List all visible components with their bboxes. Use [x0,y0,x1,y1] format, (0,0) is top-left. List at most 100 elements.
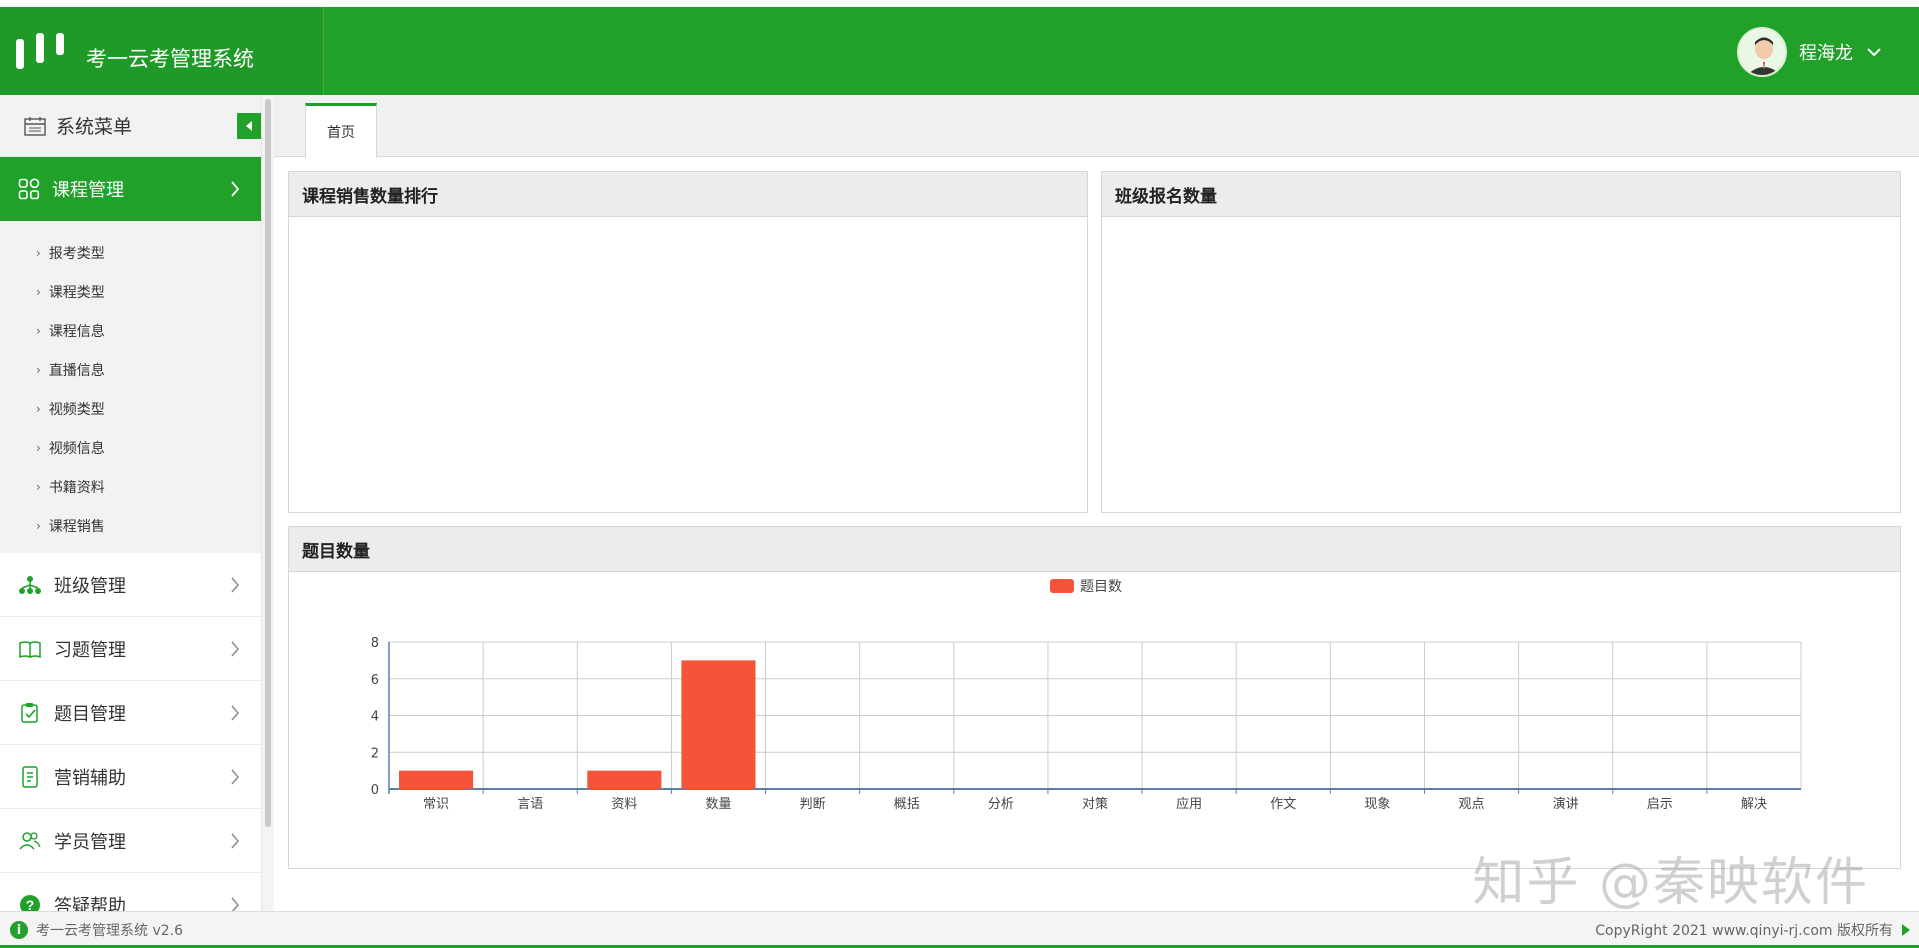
sidebar-item-class-management[interactable]: 班级管理 [0,553,261,617]
sidebar-item-label: 习题管理 [54,639,126,661]
submenu-item-label[interactable]: 课程类型 [49,282,105,302]
submenu-item-label[interactable]: 直播信息 [49,360,105,380]
x-tick-label: 演讲 [1553,796,1579,812]
logo-area: 考一云考管理系统 [0,7,324,95]
caret-right-icon: › [36,440,41,455]
caret-right-icon: › [36,479,41,494]
calendar-icon [24,116,46,136]
y-tick-label: 4 [371,710,379,725]
sidebar-item-label: 课程管理 [52,180,124,201]
x-tick-label: 数量 [705,797,731,812]
info-icon: i [10,921,28,939]
submenu-item-label[interactable]: 视频类型 [49,399,105,419]
sidebar-item-course-management[interactable]: 课程管理 [0,157,261,221]
panel-title: 班级报名数量 [1102,172,1900,217]
sidebar-item-label: 班级管理 [54,575,126,597]
submenu-item[interactable]: › 课程销售 [0,506,261,545]
bar [399,770,474,789]
x-tick-label: 资料 [611,797,637,812]
caret-right-icon: › [36,323,41,338]
panel-class-signup: 班级报名数量 [1101,171,1901,513]
chevron-right-icon [231,705,239,721]
submenu-item[interactable]: › 直播信息 [0,350,261,389]
footer-left: i 考一云考管理系统 v2.6 [10,920,183,940]
submenu-item-label[interactable]: 报考类型 [49,243,105,263]
x-tick-label: 分析 [988,797,1014,812]
sidebar-item-marketing[interactable]: 营销辅助 [0,745,261,809]
x-tick-label: 作文 [1270,797,1296,812]
sidebar-item-student-management[interactable]: 学员管理 [0,809,261,873]
sidebar: 系统菜单 课程管理 › 报考类型 › 课程类型 › 课程信息 › 直播信息 › 视频类型 … [0,95,262,937]
submenu-item-label[interactable]: 视频信息 [49,438,105,458]
x-tick-label: 观点 [1459,797,1485,812]
x-tick-label: 启示 [1647,797,1673,812]
panel-title: 课程销售数量排行 [289,172,1087,217]
submenu-item[interactable]: › 书籍资料 [0,467,261,506]
status-bar: i 考一云考管理系统 v2.6 CopyRight 2021 www.qinyi… [0,911,1919,948]
caret-right-icon: › [36,362,41,377]
submenu-item[interactable]: › 课程信息 [0,311,261,350]
bar [587,770,662,789]
y-tick-label: 8 [371,636,379,651]
user-menu[interactable]: 程海龙 [1737,27,1883,77]
avatar[interactable] [1737,27,1787,77]
user-name[interactable]: 程海龙 [1799,39,1853,65]
tab-bar: 首页 [274,95,1919,158]
chevron-down-icon[interactable] [1865,43,1883,61]
sidebar-scrollbar-thumb[interactable] [265,99,271,827]
x-tick-label: 判断 [800,797,826,812]
submenu-course-management: › 报考类型 › 课程类型 › 课程信息 › 直播信息 › 视频类型 › 视频信息 › 书籍资… [0,221,261,553]
caret-right-icon: › [36,518,41,533]
chevron-right-icon [231,641,239,657]
sidebar-item-exercise-management[interactable]: 习题管理 [0,617,261,681]
sidebar-item-question-management[interactable]: 题目管理 [0,681,261,745]
x-tick-label: 解决 [1741,797,1767,812]
chevron-right-icon [231,181,240,197]
y-tick-label: 2 [371,746,379,761]
top-border [0,0,1919,7]
sidebar-scrollbar[interactable] [262,95,274,911]
question-count-chart: 题目数 0 2 4 6 8 常识 言语 资料 数量 判断 概括 分析 对策 应用 作文 现象 观点 演讲 启示 解决 [371,579,1802,812]
submenu-item[interactable]: › 报考类型 [0,233,261,272]
org-chart-icon [19,575,41,594]
app-title: 考一云考管理系统 [86,47,254,71]
y-tick-label: 6 [371,673,379,688]
x-tick-label: 现象 [1364,797,1390,812]
chevron-right-icon [231,577,239,593]
footer-right: CopyRight 2021 www.qinyi-rj.com 版权所有 [1595,920,1911,940]
clipboard-check-icon [21,702,38,723]
bar [681,660,756,789]
users-icon [19,831,41,850]
logo-icon [16,33,72,69]
phone-doc-icon [22,765,38,788]
play-icon[interactable] [1901,923,1911,937]
x-tick-label: 对策 [1082,796,1108,812]
submenu-item-label[interactable]: 课程销售 [49,516,105,536]
footer-copyright: CopyRight 2021 www.qinyi-rj.com 版权所有 [1595,923,1893,939]
submenu-item[interactable]: › 课程类型 [0,272,261,311]
x-tick-label: 言语 [517,797,543,812]
legend-swatch [1050,579,1074,593]
x-tick-label: 应用 [1176,796,1202,812]
submenu-item-label[interactable]: 书籍资料 [49,477,105,497]
chevron-right-icon [231,769,239,785]
submenu-item[interactable]: › 视频信息 [0,428,261,467]
caret-right-icon: › [36,401,41,416]
submenu-item[interactable]: › 视频类型 [0,389,261,428]
caret-right-icon: › [36,245,41,260]
grid-icon [18,178,40,200]
legend-label: 题目数 [1080,579,1122,595]
sidebar-item-label: 营销辅助 [54,767,126,789]
tab-home[interactable]: 首页 [305,103,377,158]
sidebar-header: 系统菜单 [0,95,261,157]
panel-question-count: 题目数量 题目数 0 2 4 6 8 常识 言语 资料 数量 判断 概括 分析 对策 应用 作文 现象 观点 演讲 启… [288,526,1901,869]
chevron-right-icon [231,833,239,849]
sidebar-collapse-button[interactable] [237,113,261,139]
submenu-item-label[interactable]: 课程信息 [49,321,105,341]
caret-left-icon [246,121,252,131]
x-tick-label: 概括 [894,797,920,812]
footer-version: 考一云考管理系统 v2.6 [36,923,183,939]
sidebar-title: 系统菜单 [56,116,133,138]
book-icon [19,640,41,658]
panel-course-sales-rank: 课程销售数量排行 [288,171,1088,513]
